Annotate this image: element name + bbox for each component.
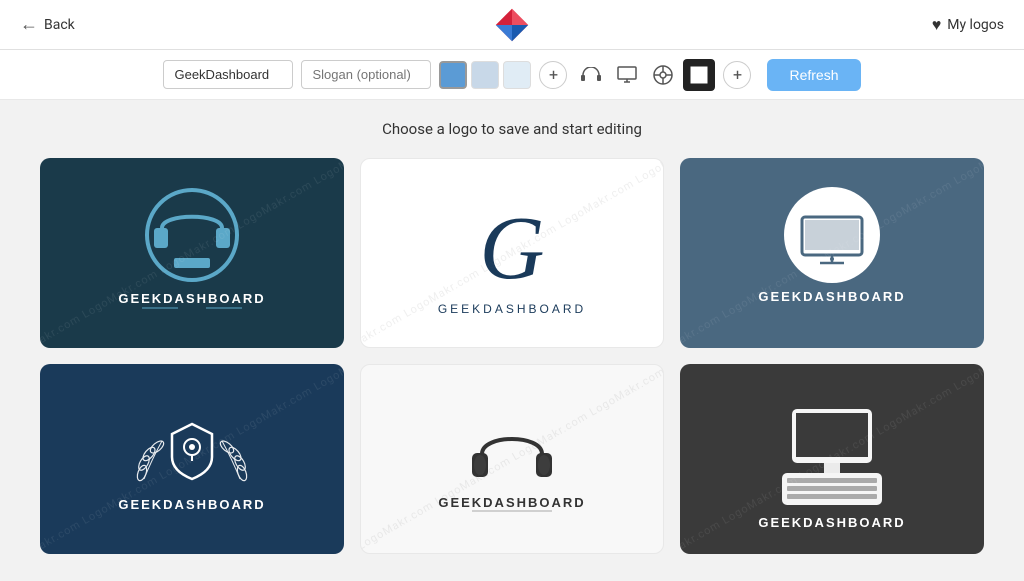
logo-card-3[interactable]: LogoMakr.com LogoMakr.com LogoMakr.com L… bbox=[680, 158, 984, 348]
logo-svg-6: GEEKDASHBOARD bbox=[702, 379, 962, 539]
logo-svg-2: G GEEKDASHBOARD bbox=[382, 173, 642, 333]
subtitle: Choose a logo to save and start editing bbox=[40, 120, 984, 138]
main-content: Choose a logo to save and start editing … bbox=[0, 100, 1024, 574]
slogan-input[interactable] bbox=[301, 60, 431, 89]
logo-svg-4: GEEKDASHBOARD bbox=[62, 379, 322, 539]
back-arrow-icon: ← bbox=[20, 14, 38, 35]
header: ← Back ♥ My logos bbox=[0, 0, 1024, 50]
steering-icon-btn[interactable] bbox=[647, 59, 679, 91]
monitor-icon-btn[interactable] bbox=[611, 59, 643, 91]
headphones-icon-btn[interactable] bbox=[575, 59, 607, 91]
add-color-button[interactable]: + bbox=[539, 61, 567, 89]
logo-card-1[interactable]: LogoMakr.com LogoMakr.com LogoMakr.com L… bbox=[40, 158, 344, 348]
svg-text:GEEKDASHBOARD: GEEKDASHBOARD bbox=[118, 497, 265, 512]
heart-icon: ♥ bbox=[932, 15, 942, 35]
my-logos-label: My logos bbox=[947, 17, 1004, 33]
add-icon-button[interactable]: + bbox=[723, 61, 751, 89]
refresh-button[interactable]: Refresh bbox=[767, 59, 860, 91]
logo-card-5[interactable]: LogoMakr.com LogoMakr.com LogoMakr.com L… bbox=[360, 364, 664, 554]
my-logos-button[interactable]: ♥ My logos bbox=[932, 15, 1004, 35]
logo-svg-5: GEEKDASHBOARD bbox=[382, 379, 642, 539]
back-label: Back bbox=[44, 17, 75, 33]
svg-text:GEEKDASHBOARD: GEEKDASHBOARD bbox=[438, 302, 586, 316]
back-button[interactable]: ← Back bbox=[20, 14, 75, 35]
color-swatch-light[interactable] bbox=[471, 61, 499, 89]
svg-text:GEEKDASHBOARD: GEEKDASHBOARD bbox=[758, 289, 905, 304]
color-swatches bbox=[439, 61, 531, 89]
brand-name-input[interactable] bbox=[163, 60, 293, 89]
logo-card-2[interactable]: LogoMakr.com LogoMakr.com LogoMakr.com L… bbox=[360, 158, 664, 348]
logo-card-4[interactable]: LogoMakr.com LogoMakr.com LogoMakr.com L… bbox=[40, 364, 344, 554]
app-logo bbox=[494, 7, 530, 43]
logo-svg-3: GEEKDASHBOARD bbox=[702, 173, 962, 333]
svg-text:GEEKDASHBOARD: GEEKDASHBOARD bbox=[438, 495, 585, 510]
logo-grid: LogoMakr.com LogoMakr.com LogoMakr.com L… bbox=[40, 158, 984, 554]
color-swatch-blue[interactable] bbox=[439, 61, 467, 89]
svg-text:GEEKDASHBOARD: GEEKDASHBOARD bbox=[758, 515, 905, 530]
icon-group bbox=[575, 59, 715, 91]
svg-text:GEEKDASHBOARD: GEEKDASHBOARD bbox=[118, 291, 265, 306]
svg-text:G: G bbox=[480, 199, 545, 298]
toolbar: + bbox=[0, 50, 1024, 100]
logo-card-6[interactable]: LogoMakr.com LogoMakr.com LogoMakr.com L… bbox=[680, 364, 984, 554]
color-swatch-lighter[interactable] bbox=[503, 61, 531, 89]
logo-svg-1: GEEKDASHBOARD bbox=[62, 173, 322, 333]
square-icon-btn[interactable] bbox=[683, 59, 715, 91]
